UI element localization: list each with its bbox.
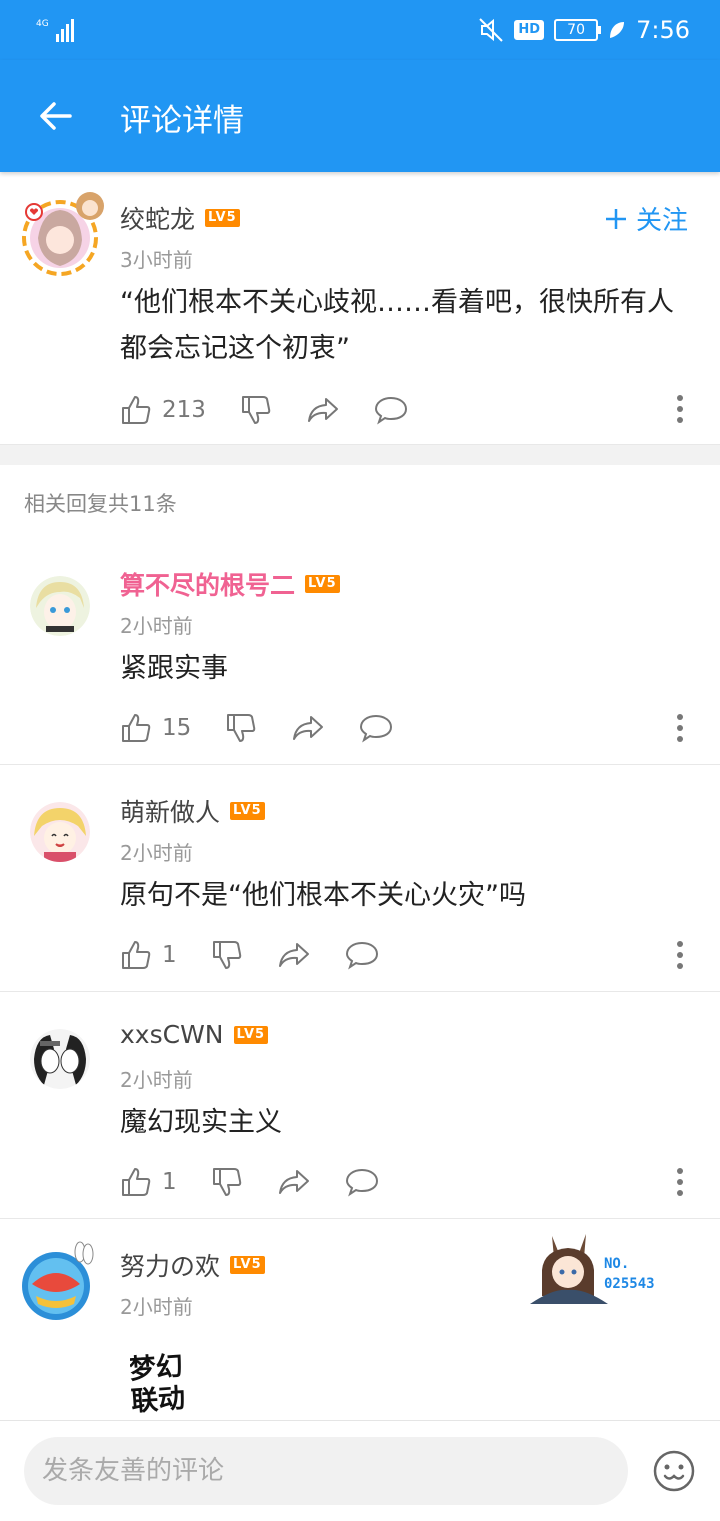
avatar[interactable] (30, 576, 90, 636)
like-button[interactable]: 15 (120, 712, 191, 744)
username-text[interactable]: 绞蛇龙 (120, 200, 195, 236)
thumbs-up-icon (122, 941, 151, 969)
comment-text: 魔幻现实主义 (120, 1107, 282, 1138)
divider (0, 991, 720, 992)
like-count: 213 (162, 397, 206, 423)
more-icon[interactable] (676, 394, 684, 424)
comment-text: “他们根本不关心歧视……看着吧，很快所有人都会忘记这个初衷” (120, 287, 674, 364)
character-badge-icon (530, 1234, 608, 1304)
share-icon[interactable] (277, 1166, 311, 1198)
share-icon[interactable] (291, 712, 325, 744)
comment-time: 2小时前 (120, 1295, 193, 1319)
like-button[interactable]: 1 (120, 939, 177, 971)
like-button[interactable]: 1 (120, 1166, 177, 1198)
username-text[interactable]: 算不尽的根号二 (120, 566, 295, 602)
comment-time: 2小时前 (120, 614, 193, 638)
thumbs-down-icon[interactable] (211, 1166, 243, 1198)
page-title: 评论详情 (120, 103, 244, 139)
follow-button[interactable]: 关注 (604, 200, 688, 237)
network-type: 4G (36, 19, 49, 29)
comment-actions: 1 (120, 1160, 379, 1204)
like-count: 1 (162, 942, 177, 968)
like-count: 15 (162, 715, 192, 741)
status-time: 7:56 (636, 16, 690, 44)
comment-time: 2小时前 (120, 1068, 193, 1092)
leaf-icon (610, 22, 625, 38)
username[interactable]: 萌新做人 LV5 (120, 793, 265, 829)
level-badge: LV5 (205, 209, 240, 227)
comment-time: 2小时前 (120, 841, 193, 865)
avatar[interactable] (30, 1029, 90, 1089)
avatar[interactable] (30, 802, 90, 862)
username-text[interactable]: 萌新做人 (120, 793, 220, 829)
share-icon[interactable] (277, 939, 311, 971)
status-bar: 4G HD 70 7:56 (0, 0, 720, 60)
divider (0, 764, 720, 765)
thumbs-up-icon (122, 396, 151, 424)
more-icon[interactable] (676, 1167, 684, 1197)
username-text[interactable]: 努力の欢 (120, 1247, 220, 1283)
comment-input-bar: 发条友善的评论 (0, 1420, 720, 1521)
app-bar: 评论详情 (0, 60, 720, 172)
comment-icon[interactable] (345, 939, 379, 971)
signal-icon: 4G (36, 19, 74, 42)
thumbs-up-icon (122, 1168, 151, 1196)
like-button[interactable]: 213 (120, 394, 206, 426)
username[interactable]: 算不尽的根号二 LV5 (120, 566, 340, 602)
thumbs-down-icon[interactable] (225, 712, 257, 744)
more-icon[interactable] (676, 940, 684, 970)
username[interactable]: xxsCWN LV5 (120, 1020, 269, 1049)
profile-badge: NO. 025543 (520, 1230, 700, 1306)
badge-number: 025543 (604, 1276, 655, 1292)
comment-actions: 1 (120, 933, 379, 977)
replies-header: 相关回复共11条 (24, 492, 177, 516)
hd-badge: HD (514, 20, 545, 40)
avatar[interactable] (18, 1240, 98, 1324)
username-text[interactable]: xxsCWN (120, 1020, 224, 1049)
avatar[interactable] (20, 190, 106, 278)
follow-label: 关注 (635, 206, 688, 236)
share-icon[interactable] (306, 394, 340, 426)
level-badge: LV5 (305, 575, 340, 593)
plus-icon (605, 208, 626, 229)
like-count: 1 (162, 1169, 177, 1195)
status-right: HD 70 7:56 (478, 14, 690, 46)
divider (0, 1218, 720, 1219)
back-arrow-icon[interactable] (36, 96, 76, 136)
level-badge: LV5 (230, 802, 265, 820)
mute-icon (479, 18, 504, 42)
comment-actions: 213 (120, 388, 408, 432)
thumbs-up-icon (122, 714, 151, 742)
thumbs-down-icon[interactable] (240, 394, 272, 426)
comment-text: 紧跟实事 (120, 653, 228, 684)
level-badge: LV5 (230, 1256, 265, 1274)
comment-icon[interactable] (345, 1166, 379, 1198)
comment-time: 3小时前 (120, 248, 193, 272)
sticker-line-2: 联动 (130, 1382, 187, 1418)
comment-input[interactable]: 发条友善的评论 (24, 1437, 628, 1505)
thumbs-down-icon[interactable] (211, 939, 243, 971)
comment-icon[interactable] (374, 394, 408, 426)
sticker-image[interactable]: 梦幻 联动 (130, 1352, 206, 1420)
badge-number-label: NO. (604, 1256, 630, 1272)
comment-icon[interactable] (359, 712, 393, 744)
level-badge: LV5 (233, 1025, 269, 1044)
comment-text: 原句不是“他们根本不关心火灾”吗 (120, 880, 526, 911)
more-icon[interactable] (676, 713, 684, 743)
comment-actions: 15 (120, 706, 393, 750)
section-gap (0, 445, 720, 465)
username[interactable]: 绞蛇龙 LV5 (120, 200, 240, 236)
username[interactable]: 努力の欢 LV5 (120, 1247, 265, 1283)
battery-icon: 70 (554, 19, 602, 41)
emoji-icon[interactable] (652, 1449, 696, 1493)
